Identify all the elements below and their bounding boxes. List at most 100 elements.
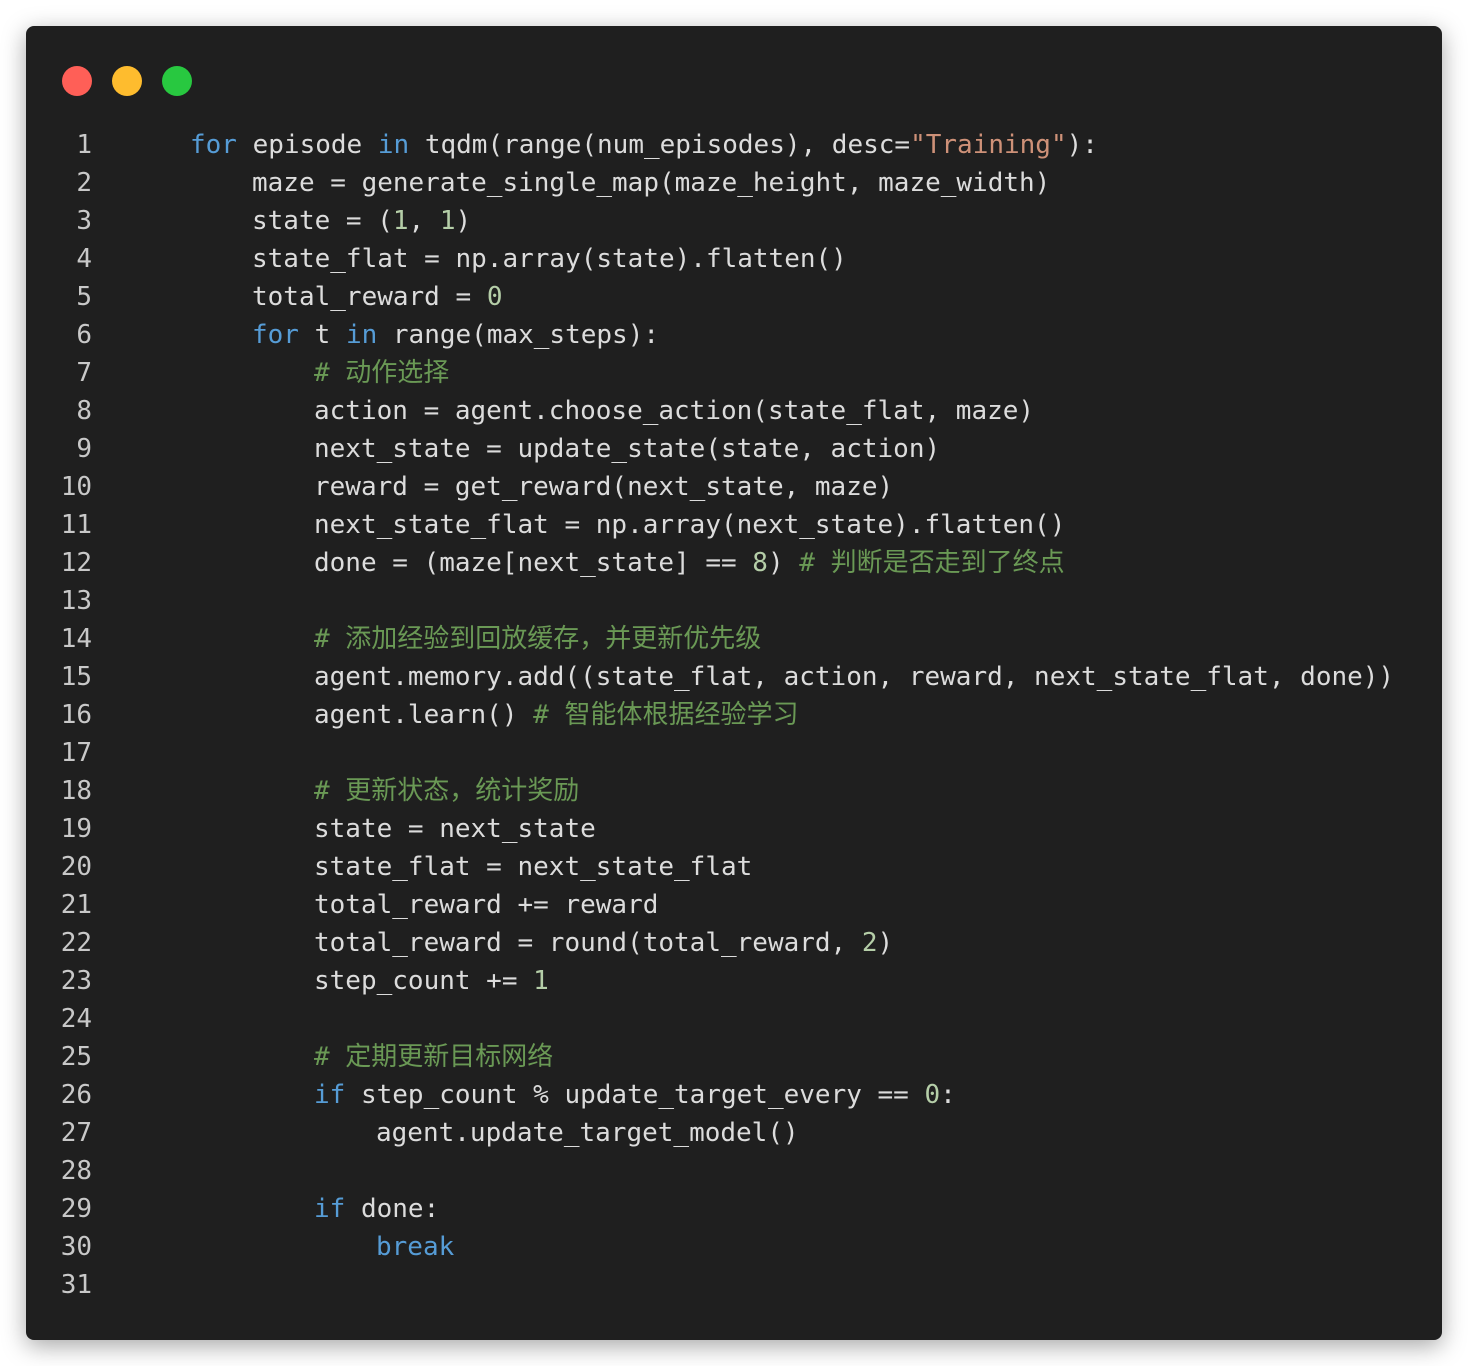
code-token: t xyxy=(298,320,346,350)
line-content: step_count += 1 xyxy=(314,962,549,1000)
code-token: state = next_state xyxy=(314,814,596,844)
code-token: 0 xyxy=(486,282,503,312)
line-number: 13 xyxy=(60,586,92,616)
code-line: 9 next_state = update_state(state, action… xyxy=(26,430,1442,468)
code-line: 7 # 动作选择 xyxy=(26,354,1442,392)
line-content: break xyxy=(376,1228,454,1266)
code-token: 2 xyxy=(861,928,878,958)
line-number: 9 xyxy=(76,434,92,464)
code-token: next_state = update_state(state, action) xyxy=(314,434,941,464)
maximize-dot-icon[interactable] xyxy=(162,66,192,96)
close-dot-icon[interactable] xyxy=(62,66,92,96)
code-token: step_count += xyxy=(314,966,534,996)
code-token: episode xyxy=(236,130,378,160)
code-line: 19 state = next_state xyxy=(26,810,1442,848)
code-token: break xyxy=(376,1232,455,1262)
line-number: 20 xyxy=(60,852,92,882)
code-token: maze = generate_single_map(maze_height, … xyxy=(252,168,1051,198)
code-line: 4 state_flat = np.array(state).flatten() xyxy=(26,240,1442,278)
code-line: 14 # 添加经验到回放缓存，并更新优先级 xyxy=(26,620,1442,658)
code-token: in xyxy=(377,130,410,160)
code-line: 8 action = agent.choose_action(state_flat… xyxy=(26,392,1442,430)
line-content: for t in range(max_steps): xyxy=(252,316,659,354)
code-token: # 定期更新目标网络 xyxy=(314,1042,554,1072)
code-token: 0 xyxy=(924,1080,941,1110)
line-number: 21 xyxy=(60,890,92,920)
line-number: 26 xyxy=(60,1080,92,1110)
line-number: 22 xyxy=(60,928,92,958)
code-token: state_flat = next_state_flat xyxy=(314,852,753,882)
code-line: 12 done = (maze[next_state] == 8) # 判断是否走… xyxy=(26,544,1442,582)
code-line: 27 agent.update_target_model() xyxy=(26,1114,1442,1152)
line-number: 27 xyxy=(60,1118,92,1148)
line-content: next_state = update_state(state, action) xyxy=(314,430,940,468)
line-number: 14 xyxy=(60,624,92,654)
code-line: 21 total_reward += reward xyxy=(26,886,1442,924)
line-number: 29 xyxy=(60,1194,92,1224)
code-token: if xyxy=(314,1194,346,1224)
code-token: # 判断是否走到了终点 xyxy=(799,548,1065,578)
code-token: # 动作选择 xyxy=(314,358,450,388)
code-line: 20 state_flat = next_state_flat xyxy=(26,848,1442,886)
line-content: # 动作选择 xyxy=(314,354,449,392)
code-token: total_reward = round(total_reward, xyxy=(314,928,862,958)
code-token: , xyxy=(408,206,440,236)
code-token: ) xyxy=(455,206,472,236)
code-token: if xyxy=(314,1080,346,1110)
code-token: next_state_flat = np.array(next_state).f… xyxy=(314,510,1066,540)
code-token: action = agent.choose_action(state_flat,… xyxy=(314,396,1035,426)
line-number: 3 xyxy=(76,206,92,236)
code-token: range(max_steps): xyxy=(377,320,660,350)
line-content: if done: xyxy=(314,1190,439,1228)
code-line: 31 xyxy=(26,1266,1442,1304)
code-token: # 添加经验到回放缓存，并更新优先级 xyxy=(314,624,762,654)
line-number: 31 xyxy=(60,1270,92,1300)
code-token: state = ( xyxy=(252,206,393,236)
line-number: 10 xyxy=(60,472,92,502)
code-line: 28 xyxy=(26,1152,1442,1190)
code-token: agent.memory.add((state_flat, action, re… xyxy=(314,662,1395,692)
minimize-dot-icon[interactable] xyxy=(112,66,142,96)
line-content: # 添加经验到回放缓存，并更新优先级 xyxy=(314,620,761,658)
line-number: 15 xyxy=(60,662,92,692)
code-token: ) xyxy=(877,928,894,958)
line-content: # 更新状态，统计奖励 xyxy=(314,772,579,810)
line-content: total_reward += reward xyxy=(314,886,658,924)
code-line: 1 for episode in tqdm(range(num_episodes)… xyxy=(26,126,1442,164)
line-content: maze = generate_single_map(maze_height, … xyxy=(252,164,1050,202)
code-token: 1 xyxy=(439,206,456,236)
line-number: 5 xyxy=(76,282,92,312)
code-line: 13 xyxy=(26,582,1442,620)
code-token: "Training" xyxy=(910,130,1067,160)
code-line: 17 xyxy=(26,734,1442,772)
line-content: # 定期更新目标网络 xyxy=(314,1038,553,1076)
code-window: 1 for episode in tqdm(range(num_episodes)… xyxy=(26,26,1442,1340)
line-number: 19 xyxy=(60,814,92,844)
line-number: 30 xyxy=(60,1232,92,1262)
line-number: 18 xyxy=(60,776,92,806)
line-number: 2 xyxy=(76,168,92,198)
line-number: 4 xyxy=(76,244,92,274)
code-token: done = (maze[next_state] == xyxy=(314,548,753,578)
line-content: total_reward = round(total_reward, 2) xyxy=(314,924,893,962)
line-number: 1 xyxy=(76,130,92,160)
code-line: 6 for t in range(max_steps): xyxy=(26,316,1442,354)
line-content: state = (1, 1) xyxy=(252,202,471,240)
code-token: ) xyxy=(767,548,800,578)
code-token: for xyxy=(252,320,299,350)
code-line: 26 if step_count % update_target_every ==… xyxy=(26,1076,1442,1114)
line-content: next_state_flat = np.array(next_state).f… xyxy=(314,506,1065,544)
code-token: total_reward = xyxy=(252,282,487,312)
line-number: 6 xyxy=(76,320,92,350)
code-line: 11 next_state_flat = np.array(next_state)… xyxy=(26,506,1442,544)
code-token: 1 xyxy=(533,966,549,996)
code-token: state_flat = np.array(state).flatten() xyxy=(252,244,847,274)
line-number: 8 xyxy=(76,396,92,426)
line-number: 17 xyxy=(60,738,92,768)
code-line: 22 total_reward = round(total_reward, 2) xyxy=(26,924,1442,962)
code-token: 1 xyxy=(392,206,409,236)
line-number: 25 xyxy=(60,1042,92,1072)
code-line: 24 xyxy=(26,1000,1442,1038)
line-number: 28 xyxy=(60,1156,92,1186)
line-number: 11 xyxy=(60,510,92,540)
